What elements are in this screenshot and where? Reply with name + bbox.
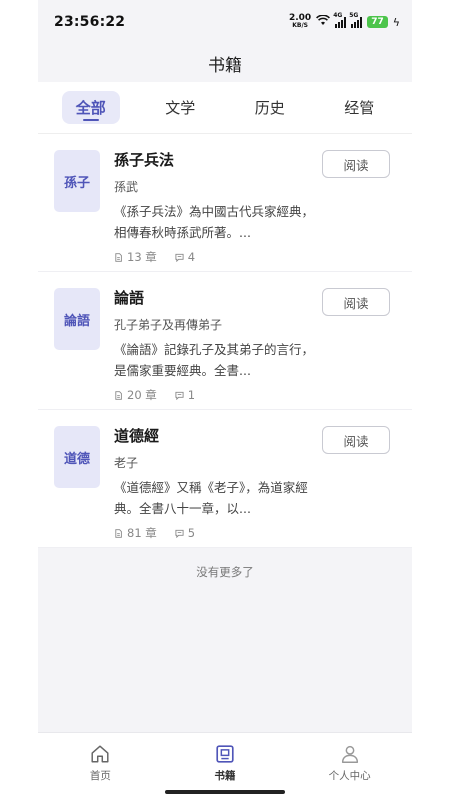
net-speed-value: 2.00 — [288, 13, 312, 23]
book-description: 《道德經》又稱《老子》，為道家經典。全書八十一章，以... — [114, 480, 308, 516]
comment-icon — [175, 253, 184, 262]
comment-count: 4 — [175, 250, 195, 264]
net-speed: 2.00 KB/S — [289, 14, 311, 30]
charging-icon: ϟ — [392, 15, 400, 29]
book-card[interactable]: 論語 論語 孔子弟子及再傳弟子 《論語》記錄孔子及其弟子的言行，是儒家重要經典。… — [38, 272, 412, 410]
home-indicator — [165, 790, 285, 794]
comment-icon — [175, 391, 184, 400]
document-icon — [115, 528, 122, 538]
comment-count: 1 — [175, 388, 195, 402]
chapter-count-text: 20 章 — [127, 388, 157, 402]
bottom-nav: 首页 书籍 个人中心 — [38, 732, 412, 800]
book-author: 老子 — [114, 456, 139, 470]
wifi-icon — [316, 14, 331, 29]
book-meta: 81 章 5 — [114, 525, 396, 541]
book-cover: 論語 — [54, 288, 100, 350]
user-icon — [341, 745, 358, 763]
book-list: 孫子 孫子兵法 孫武 《孫子兵法》為中國古代兵家經典，相傳春秋時孫武所著。...… — [38, 134, 412, 596]
book-card[interactable]: 孫子 孫子兵法 孫武 《孫子兵法》為中國古代兵家經典，相傳春秋時孫武所著。...… — [38, 134, 412, 272]
comment-count: 5 — [175, 526, 195, 540]
status-bar: 23:56:22 2.00 KB/S 4G 5G 77 ϟ — [38, 0, 412, 44]
book-icon — [216, 745, 234, 763]
comment-count-text: 4 — [187, 250, 196, 264]
signal-tag-2: 5G — [349, 11, 359, 19]
chapter-count: 13 章 — [114, 249, 157, 265]
status-time: 23:56:22 — [54, 14, 126, 30]
home-icon — [91, 745, 109, 763]
tab-all[interactable]: 全部 — [61, 91, 120, 124]
signal-icon-2: 5G — [349, 12, 363, 28]
nav-home-label: 首页 — [89, 770, 111, 782]
book-description: 《論語》記錄孔子及其弟子的言行，是儒家重要經典。全書... — [114, 342, 315, 378]
tab-business[interactable]: 经管 — [330, 91, 388, 124]
read-button[interactable]: 阅读 — [322, 288, 390, 316]
book-description: 《孫子兵法》為中國古代兵家經典，相傳春秋時孫武所著。... — [114, 204, 315, 240]
signal-tag-1: 4G — [333, 11, 343, 19]
book-author: 孫武 — [114, 180, 139, 194]
document-icon — [115, 252, 122, 262]
tab-literature[interactable]: 文学 — [151, 91, 209, 124]
book-author: 孔子弟子及再傳弟子 — [114, 318, 223, 332]
book-card[interactable]: 道德 道德經 老子 《道德經》又稱《老子》，為道家經典。全書八十一章，以... … — [38, 410, 412, 548]
signal-icon-1: 4G — [333, 12, 347, 28]
chapter-count-text: 13 章 — [127, 250, 157, 264]
net-speed-unit: KB/S — [292, 22, 308, 29]
comment-count-text: 1 — [187, 388, 196, 402]
read-button[interactable]: 阅读 — [322, 150, 390, 178]
nav-profile-label: 个人中心 — [328, 770, 371, 782]
book-cover: 道德 — [54, 426, 100, 488]
book-meta: 13 章 4 — [114, 249, 396, 265]
category-tabs: 全部 文学 历史 经管 — [38, 82, 412, 134]
nav-books-label: 书籍 — [214, 770, 236, 782]
nav-home[interactable]: 首页 — [38, 733, 163, 800]
chapter-count: 81 章 — [114, 525, 157, 541]
page-title: 书籍 — [38, 44, 412, 82]
book-meta: 20 章 1 — [114, 387, 396, 403]
list-end-text: 没有更多了 — [196, 565, 254, 579]
battery-icon: 77 — [367, 16, 388, 28]
comment-icon — [175, 529, 184, 538]
chapter-count: 20 章 — [114, 387, 157, 403]
app-screen: 23:56:22 2.00 KB/S 4G 5G 77 ϟ 书籍 全部 文学 历… — [38, 0, 412, 800]
comment-count-text: 5 — [187, 526, 196, 540]
status-icons: 2.00 KB/S 4G 5G 77 ϟ — [289, 12, 400, 30]
chapter-count-text: 81 章 — [127, 526, 157, 540]
nav-profile[interactable]: 个人中心 — [287, 733, 412, 800]
document-icon — [115, 390, 122, 400]
book-cover: 孫子 — [54, 150, 100, 212]
read-button[interactable]: 阅读 — [322, 426, 390, 454]
tab-history[interactable]: 历史 — [241, 91, 299, 124]
